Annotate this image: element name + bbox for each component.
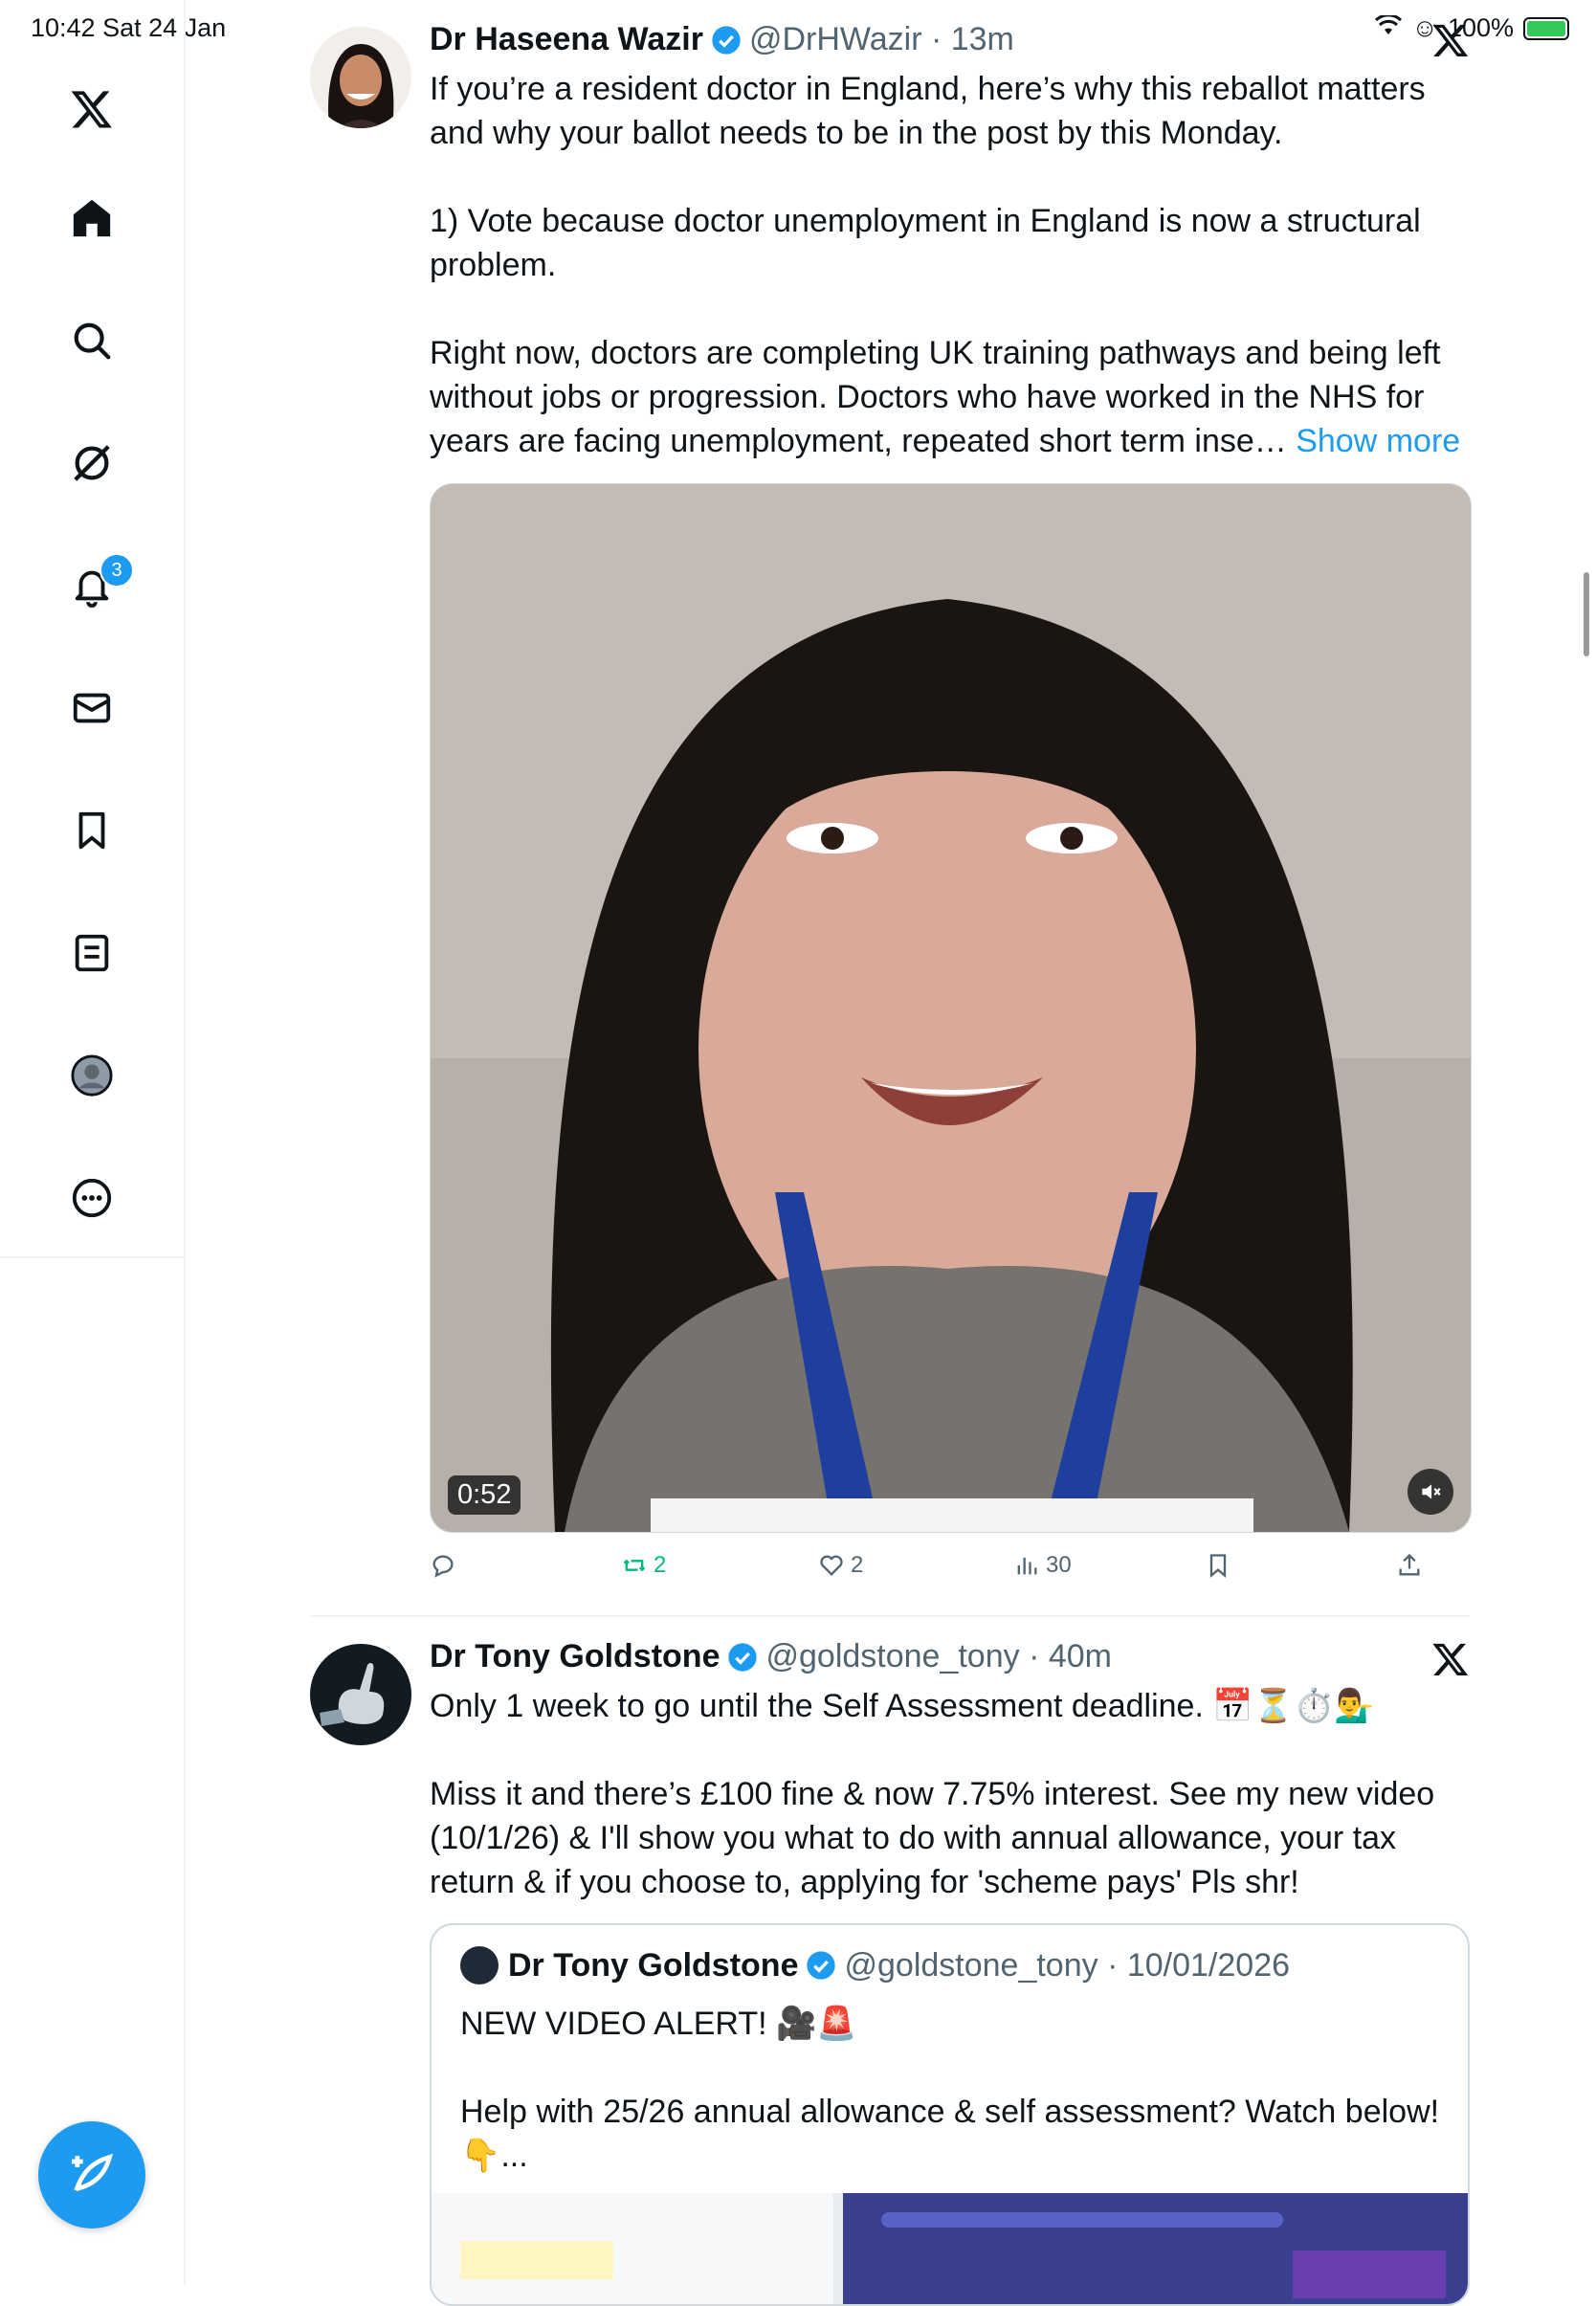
- notifications-badge: 3: [100, 553, 134, 588]
- tweet-text: If you’re a resident doctor in England, …: [430, 67, 1473, 463]
- reply-icon: [432, 1555, 454, 1578]
- profile-avatar-icon[interactable]: [67, 1051, 117, 1100]
- quoted-author-handle-date: @goldstone_tony · 10/01/2026: [844, 1946, 1291, 1984]
- home-icon[interactable]: [67, 193, 117, 243]
- battery-icon: [1523, 16, 1569, 40]
- author-handle-time[interactable]: @DrHWazir · 13m: [749, 21, 1014, 58]
- author-name[interactable]: Dr Haseena Wazir: [430, 21, 703, 58]
- quoted-author-name: Dr Tony Goldstone: [508, 1946, 799, 1984]
- tweet-actions: 2 2 30: [430, 1552, 1473, 1590]
- like-button[interactable]: 2: [818, 1552, 863, 1579]
- tweet[interactable]: Dr Haseena Wazir @DrHWazir · 13m If you’…: [310, 0, 1473, 1608]
- like-count: 2: [851, 1552, 864, 1578]
- repost-count: 2: [654, 1552, 667, 1578]
- speaker-muted-icon: [1422, 1484, 1441, 1499]
- grok-icon[interactable]: [67, 438, 117, 488]
- compose-post-button[interactable]: [38, 2121, 145, 2228]
- video-frame: [431, 484, 1471, 1532]
- quoted-tweet[interactable]: Dr Tony Goldstone @goldstone_tony · 10/0…: [430, 1923, 1470, 2306]
- share-button[interactable]: [1396, 1552, 1423, 1579]
- author-handle-time[interactable]: @goldstone_tony · 40m: [765, 1638, 1112, 1675]
- bookmark-icon: [1209, 1554, 1227, 1578]
- repost-button[interactable]: 2: [621, 1552, 666, 1579]
- views-button[interactable]: 30: [1013, 1552, 1072, 1579]
- author-name[interactable]: Dr Tony Goldstone: [430, 1638, 720, 1675]
- reply-button[interactable]: [430, 1552, 462, 1579]
- lists-icon[interactable]: [67, 928, 117, 978]
- quoted-author-avatar: [460, 1946, 499, 1984]
- author-avatar[interactable]: [310, 27, 411, 128]
- tweet-header: Dr Tony Goldstone @goldstone_tony · 40m: [430, 1638, 1112, 1675]
- repost-icon: [623, 1559, 646, 1572]
- sidebar: 3: [0, 0, 186, 2285]
- views-count: 30: [1046, 1552, 1072, 1578]
- show-more-link[interactable]: Show more: [1296, 423, 1460, 459]
- mute-toggle[interactable]: [1408, 1469, 1453, 1515]
- verified-badge-icon: [728, 1642, 758, 1672]
- tweet-text: Only 1 week to go until the Self Assessm…: [430, 1688, 1435, 1900]
- quoted-tweet-header: Dr Tony Goldstone @goldstone_tony · 10/0…: [460, 1946, 1290, 1984]
- video-duration: 0:52: [448, 1475, 521, 1515]
- tweet-header: Dr Haseena Wazir @DrHWazir · 13m: [430, 21, 1014, 58]
- compose-feather-icon: [72, 2153, 114, 2192]
- quoted-tweet-text: NEW VIDEO ALERT! 🎥🚨 Help with 25/26 annu…: [460, 2006, 1440, 2174]
- bookmarks-icon[interactable]: [67, 806, 117, 855]
- x-grok-icon[interactable]: [1431, 21, 1470, 59]
- heart-icon: [820, 1555, 843, 1576]
- more-options-icon[interactable]: [67, 1173, 117, 1223]
- messages-envelope-icon[interactable]: [67, 683, 117, 733]
- tweet-text-body: If you’re a resident doctor in England, …: [430, 71, 1441, 459]
- quoted-media-thumbnail[interactable]: [432, 2193, 1468, 2304]
- sidebar-divider: [0, 1256, 184, 1258]
- bookmark-button[interactable]: [1205, 1552, 1231, 1579]
- search-icon[interactable]: [67, 316, 117, 366]
- views-chart-icon: [1017, 1557, 1037, 1575]
- verified-badge-icon: [807, 1951, 836, 1980]
- author-avatar[interactable]: [310, 1644, 411, 1745]
- x-grok-icon[interactable]: [1431, 1640, 1470, 1678]
- video-player[interactable]: 0:52: [430, 483, 1472, 1533]
- x-logo-icon[interactable]: [67, 84, 117, 134]
- verified-badge-icon: [712, 25, 741, 55]
- share-icon: [1399, 1553, 1420, 1576]
- scrollbar-thumb[interactable]: [1584, 572, 1589, 656]
